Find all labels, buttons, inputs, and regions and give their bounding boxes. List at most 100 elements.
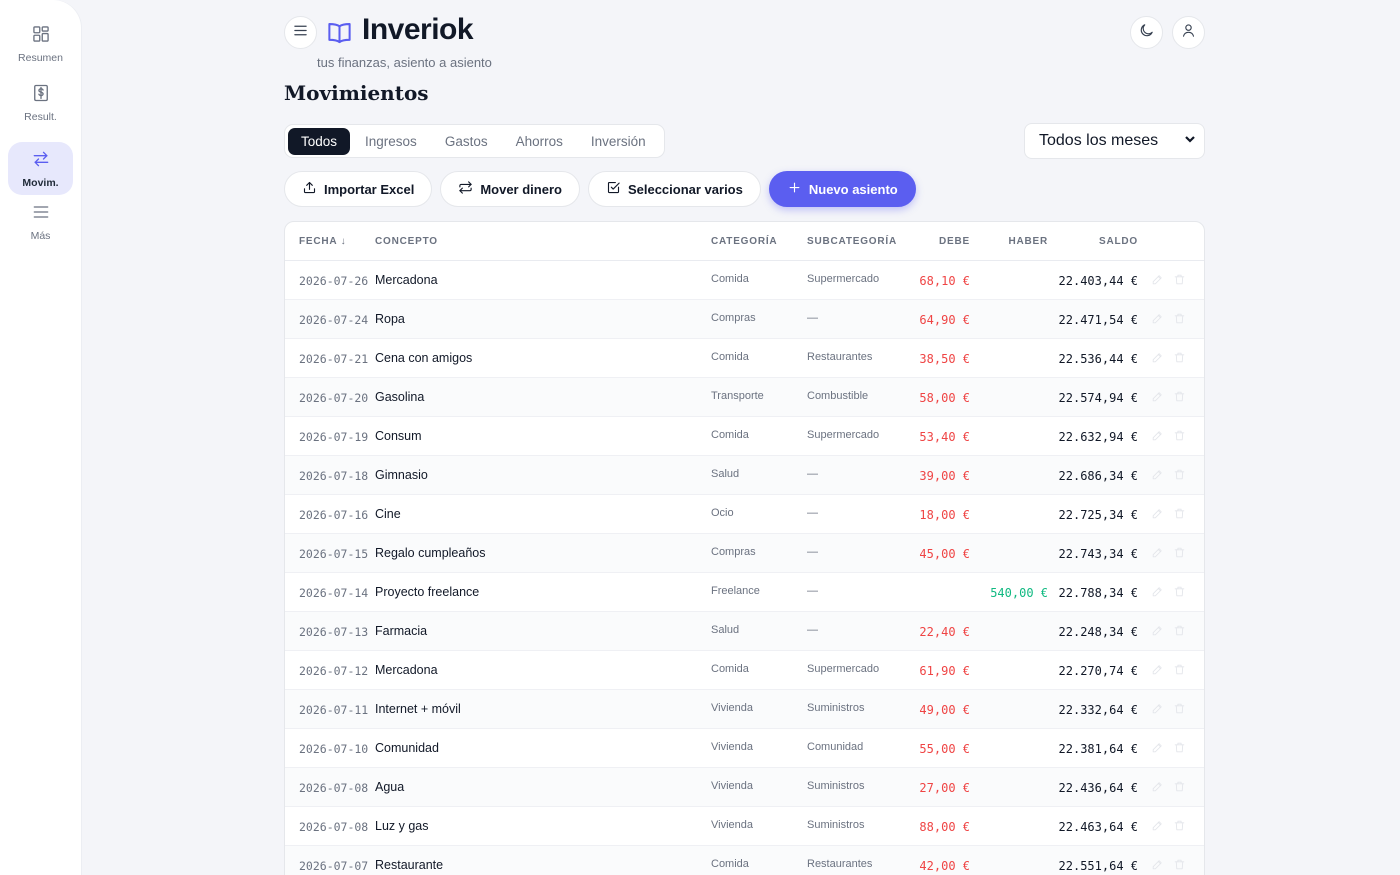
sidebar-item-result[interactable]: Result. bbox=[8, 76, 73, 129]
sidebar-item-label: Resumen bbox=[18, 51, 63, 64]
table-row[interactable]: 2026-07-07 Restaurante Comida Restaurantes 4… bbox=[285, 846, 1204, 875]
trash-icon[interactable] bbox=[1173, 273, 1186, 286]
row-concept: Regalo cumpleaños bbox=[375, 546, 486, 560]
trash-icon[interactable] bbox=[1173, 624, 1186, 637]
import-excel-button[interactable]: Importar Excel bbox=[284, 171, 433, 207]
move-money-button[interactable]: Mover dinero bbox=[440, 171, 580, 207]
menu-toggle-button[interactable] bbox=[284, 16, 317, 49]
table-row[interactable]: 2026-07-26 Mercadona Comida Supermercado 68,… bbox=[285, 261, 1204, 300]
column-header-fecha[interactable]: FECHA ↓ bbox=[299, 236, 346, 247]
trash-icon[interactable] bbox=[1173, 468, 1186, 481]
table-row[interactable]: 2026-07-11 Internet + móvil Vivienda Sumini… bbox=[285, 690, 1204, 729]
pencil-icon[interactable] bbox=[1151, 390, 1164, 403]
trash-icon[interactable] bbox=[1173, 429, 1186, 442]
row-subcategory: Restaurantes bbox=[807, 351, 873, 363]
repeat-arrows-icon bbox=[458, 180, 473, 198]
tab-inversion[interactable]: Inversión bbox=[578, 128, 659, 155]
row-debit: 58,00 € bbox=[919, 391, 970, 405]
checkbox-icon bbox=[606, 180, 621, 198]
row-subcategory: — bbox=[807, 468, 818, 480]
select-multiple-label: Seleccionar varios bbox=[627, 181, 743, 197]
table-row[interactable]: 2026-07-10 Comunidad Vivienda Comunidad 55,0… bbox=[285, 729, 1204, 768]
column-header-debe: DEBE bbox=[939, 236, 970, 247]
pencil-icon[interactable] bbox=[1151, 780, 1164, 793]
column-header-concepto: CONCEPTO bbox=[375, 236, 438, 247]
sidebar-item-resumen[interactable]: Resumen bbox=[8, 17, 73, 70]
row-debit: 22,40 € bbox=[919, 625, 970, 639]
table-row[interactable]: 2026-07-20 Gasolina Transporte Combustible 5… bbox=[285, 378, 1204, 417]
trash-icon[interactable] bbox=[1173, 585, 1186, 598]
sidebar-item-movim[interactable]: Movim. bbox=[8, 142, 73, 195]
row-debit: 39,00 € bbox=[919, 469, 970, 483]
new-entry-button[interactable]: Nuevo asiento bbox=[768, 171, 916, 207]
new-entry-label: Nuevo asiento bbox=[808, 181, 898, 197]
row-category: Compras bbox=[711, 546, 756, 558]
trash-icon[interactable] bbox=[1173, 858, 1186, 871]
row-concept: Ropa bbox=[375, 312, 405, 326]
tab-todos[interactable]: Todos bbox=[288, 127, 351, 155]
table-header: FECHA ↓ CONCEPTO CATEGORÍA SUBCATEGORÍA … bbox=[285, 222, 1204, 261]
row-category: Vivienda bbox=[711, 780, 753, 792]
table-row[interactable]: 2026-07-12 Mercadona Comida Supermercado 61,… bbox=[285, 651, 1204, 690]
trash-icon[interactable] bbox=[1173, 507, 1186, 520]
pencil-icon[interactable] bbox=[1151, 273, 1164, 286]
trash-icon[interactable] bbox=[1173, 741, 1186, 754]
table-row[interactable]: 2026-07-18 Gimnasio Salud — 39,00 € 22.686,34… bbox=[285, 456, 1204, 495]
month-select[interactable]: Todos los meses bbox=[1024, 123, 1205, 159]
row-category: Comida bbox=[711, 429, 749, 441]
pencil-icon[interactable] bbox=[1151, 858, 1164, 871]
table-row[interactable]: 2026-07-19 Consum Comida Supermercado 53,40 … bbox=[285, 417, 1204, 456]
table-row[interactable]: 2026-07-08 Agua Vivienda Suministros 27,00 €… bbox=[285, 768, 1204, 807]
row-debit: 45,00 € bbox=[919, 547, 970, 561]
user-menu-button[interactable] bbox=[1172, 16, 1205, 49]
pencil-icon[interactable] bbox=[1151, 468, 1164, 481]
theme-toggle-button[interactable] bbox=[1130, 16, 1163, 49]
tab-gastos[interactable]: Gastos bbox=[432, 128, 501, 155]
pencil-icon[interactable] bbox=[1151, 546, 1164, 559]
column-header-categoria: CATEGORÍA bbox=[711, 236, 778, 247]
trash-icon[interactable] bbox=[1173, 351, 1186, 364]
pencil-icon[interactable] bbox=[1151, 507, 1164, 520]
menu-lines-icon bbox=[31, 202, 51, 227]
trash-icon[interactable] bbox=[1173, 663, 1186, 676]
pencil-icon[interactable] bbox=[1151, 741, 1164, 754]
pencil-icon[interactable] bbox=[1151, 819, 1164, 832]
table-row[interactable]: 2026-07-24 Ropa Compras — 64,90 € 22.471,54 € bbox=[285, 300, 1204, 339]
pencil-icon[interactable] bbox=[1151, 663, 1164, 676]
row-category: Comida bbox=[711, 351, 749, 363]
trash-icon[interactable] bbox=[1173, 312, 1186, 325]
pencil-icon[interactable] bbox=[1151, 312, 1164, 325]
pencil-icon[interactable] bbox=[1151, 351, 1164, 364]
pencil-icon[interactable] bbox=[1151, 429, 1164, 442]
tab-ahorros[interactable]: Ahorros bbox=[503, 128, 576, 155]
row-category: Compras bbox=[711, 312, 756, 324]
pencil-icon[interactable] bbox=[1151, 585, 1164, 598]
sidebar: Resumen Result. Movim. Más bbox=[0, 0, 81, 875]
row-concept: Agua bbox=[375, 780, 405, 794]
trash-icon[interactable] bbox=[1173, 819, 1186, 832]
sidebar-item-mas[interactable]: Más bbox=[8, 195, 73, 248]
trash-icon[interactable] bbox=[1173, 546, 1186, 559]
table-row[interactable]: 2026-07-16 Cine Ocio — 18,00 € 22.725,34 € bbox=[285, 495, 1204, 534]
row-subcategory: Suministros bbox=[807, 702, 865, 714]
table-row[interactable]: 2026-07-13 Farmacia Salud — 22,40 € 22.248,34… bbox=[285, 612, 1204, 651]
row-date: 2026-07-10 bbox=[299, 742, 369, 756]
select-multiple-button[interactable]: Seleccionar varios bbox=[587, 171, 761, 207]
table-row[interactable]: 2026-07-15 Regalo cumpleaños Compras — 45,00… bbox=[285, 534, 1204, 573]
table-row[interactable]: 2026-07-14 Proyecto freelance Freelance — 54… bbox=[285, 573, 1204, 612]
trash-icon[interactable] bbox=[1173, 390, 1186, 403]
table-row[interactable]: 2026-07-21 Cena con amigos Comida Restauran… bbox=[285, 339, 1204, 378]
trash-icon[interactable] bbox=[1173, 702, 1186, 715]
row-subcategory: Combustible bbox=[807, 390, 869, 402]
import-excel-label: Importar Excel bbox=[324, 181, 415, 197]
pencil-icon[interactable] bbox=[1151, 624, 1164, 637]
row-concept: Proyecto freelance bbox=[375, 585, 480, 599]
tab-ingresos[interactable]: Ingresos bbox=[352, 128, 430, 155]
table-row[interactable]: 2026-07-08 Luz y gas Vivienda Suministros 88… bbox=[285, 807, 1204, 846]
dashboard-icon bbox=[31, 24, 51, 49]
row-balance: 22.403,44 € bbox=[1058, 274, 1138, 288]
trash-icon[interactable] bbox=[1173, 780, 1186, 793]
row-balance: 22.436,64 € bbox=[1058, 781, 1138, 795]
row-balance: 22.332,64 € bbox=[1058, 703, 1138, 717]
pencil-icon[interactable] bbox=[1151, 702, 1164, 715]
